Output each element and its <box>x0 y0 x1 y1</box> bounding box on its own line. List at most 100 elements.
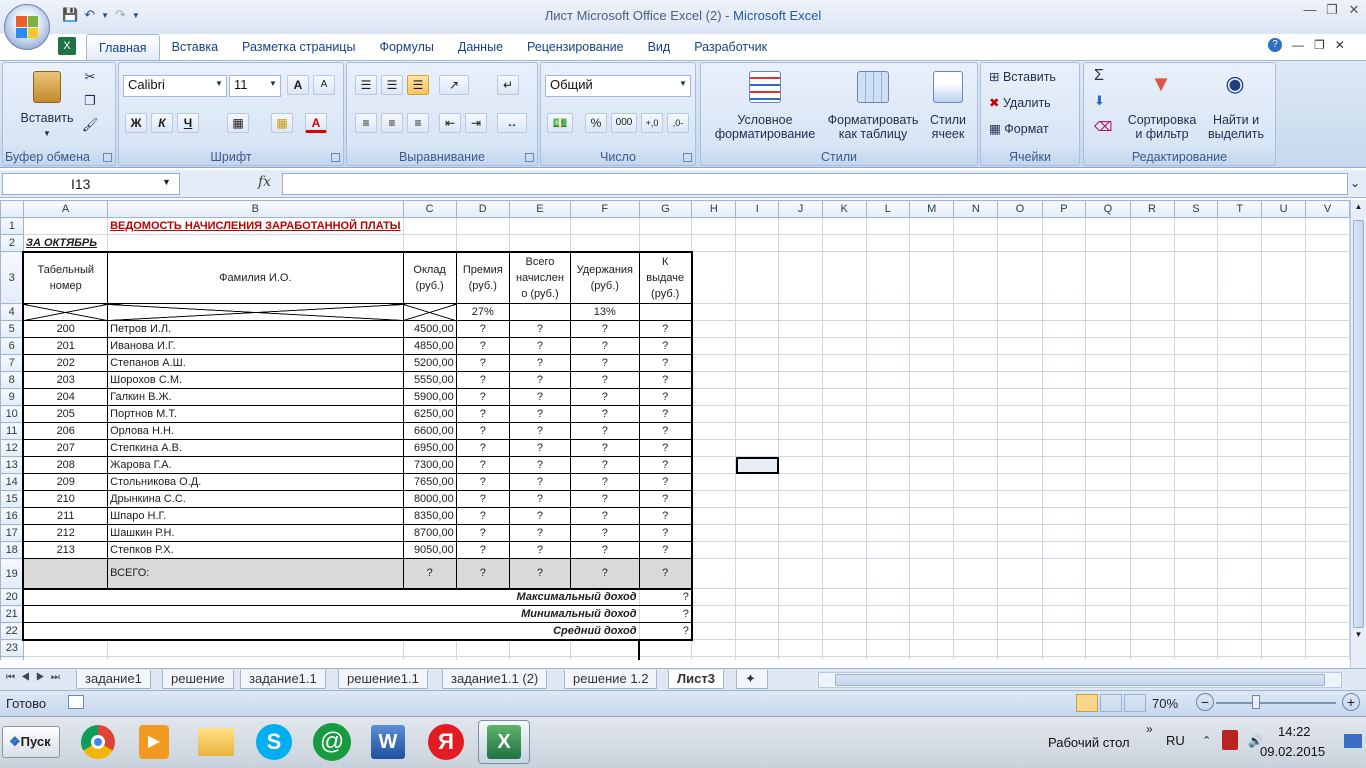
cell[interactable] <box>691 354 737 372</box>
column-header[interactable]: N <box>953 200 999 218</box>
cell[interactable] <box>821 541 867 559</box>
cell[interactable] <box>821 605 867 623</box>
cell[interactable] <box>865 490 911 508</box>
cell[interactable] <box>909 473 955 491</box>
cell[interactable] <box>1173 656 1219 660</box>
cell[interactable] <box>691 456 737 474</box>
cell[interactable] <box>1041 588 1087 606</box>
cell[interactable]: 201 <box>22 337 109 355</box>
cell[interactable] <box>821 354 867 372</box>
cell[interactable] <box>1085 337 1131 355</box>
cell[interactable]: 213 <box>22 541 109 559</box>
cell[interactable] <box>1305 234 1350 252</box>
column-header[interactable]: G <box>638 200 693 218</box>
cell[interactable]: ? <box>455 456 510 474</box>
tab-review[interactable]: Рецензирование <box>515 34 636 60</box>
vertical-scroll-thumb[interactable] <box>1353 220 1364 628</box>
format-as-table-button[interactable]: Форматировать как таблицу <box>825 113 921 141</box>
row-header[interactable]: 7 <box>0 354 24 372</box>
tab-data[interactable]: Данные <box>446 34 515 60</box>
cell[interactable] <box>1173 371 1219 389</box>
cell[interactable] <box>1129 303 1175 321</box>
autosum-button[interactable]: Σ <box>1094 67 1104 85</box>
cell[interactable] <box>1041 490 1087 508</box>
cell[interactable] <box>1129 588 1175 606</box>
cell[interactable] <box>953 656 999 660</box>
cell[interactable] <box>691 388 737 406</box>
cell[interactable] <box>1129 656 1175 660</box>
cell[interactable] <box>1305 588 1350 606</box>
cell[interactable] <box>1305 217 1350 235</box>
delete-cells-button[interactable]: ✖ Удалить <box>989 95 1079 110</box>
cell[interactable] <box>1173 507 1219 525</box>
cell[interactable] <box>909 251 955 304</box>
cell[interactable] <box>909 354 955 372</box>
cell[interactable] <box>691 605 737 623</box>
cell[interactable] <box>909 439 955 457</box>
cell[interactable] <box>865 622 911 640</box>
format-as-table-icon[interactable] <box>857 71 889 103</box>
cell[interactable] <box>735 337 780 355</box>
cell[interactable] <box>735 541 780 559</box>
grow-font-button[interactable]: A <box>287 75 309 95</box>
cell[interactable] <box>909 234 955 252</box>
fill-icon[interactable]: ⬇ <box>1094 93 1105 109</box>
cell[interactable] <box>1085 456 1131 474</box>
column-header[interactable]: P <box>1041 200 1087 218</box>
font-name-select[interactable]: Calibri <box>123 75 227 97</box>
cell[interactable] <box>1085 217 1131 235</box>
column-header[interactable]: S <box>1173 200 1219 218</box>
cell[interactable] <box>1173 388 1219 406</box>
cell[interactable] <box>909 388 955 406</box>
cell[interactable] <box>909 622 955 640</box>
cell[interactable] <box>1041 507 1087 525</box>
cell[interactable]: ? <box>508 524 572 542</box>
column-header[interactable]: R <box>1129 200 1175 218</box>
cell[interactable] <box>1041 422 1087 440</box>
cell[interactable] <box>1085 354 1131 372</box>
scroll-down-icon[interactable]: ▼ <box>1353 630 1364 646</box>
cell[interactable] <box>1305 524 1350 542</box>
cell[interactable] <box>735 388 780 406</box>
cell[interactable] <box>865 388 911 406</box>
cell[interactable] <box>821 234 867 252</box>
cell[interactable] <box>778 422 823 440</box>
cell[interactable]: ? <box>570 558 640 590</box>
row-header[interactable]: 21 <box>0 605 24 623</box>
cell[interactable]: ? <box>570 405 640 423</box>
cell[interactable] <box>865 422 911 440</box>
cell[interactable] <box>735 320 780 338</box>
cell[interactable] <box>953 371 999 389</box>
cell[interactable] <box>997 524 1043 542</box>
column-header[interactable]: Q <box>1085 200 1131 218</box>
cell[interactable] <box>1085 371 1131 389</box>
cell[interactable] <box>953 217 999 235</box>
paste-button[interactable]: Вставить <box>17 111 77 125</box>
column-header[interactable]: M <box>909 200 955 218</box>
cell[interactable]: Петров И.Л. <box>107 320 404 338</box>
cell[interactable] <box>778 541 823 559</box>
cell[interactable] <box>953 405 999 423</box>
cell[interactable] <box>508 639 572 657</box>
cell[interactable]: 209 <box>22 473 109 491</box>
cell[interactable]: ? <box>508 473 572 491</box>
cell[interactable] <box>997 337 1043 355</box>
cell[interactable]: ? <box>570 354 640 372</box>
copy-icon[interactable]: ❐ <box>81 93 99 109</box>
cell[interactable] <box>1129 473 1175 491</box>
underline-button[interactable]: Ч <box>177 113 199 133</box>
cell[interactable] <box>1217 605 1263 623</box>
start-button[interactable]: ❖Пуск <box>2 726 60 758</box>
cell[interactable] <box>1129 251 1175 304</box>
column-header[interactable]: L <box>865 200 911 218</box>
format-painter-icon[interactable]: 🖌 <box>81 117 99 133</box>
cell[interactable] <box>1217 622 1263 640</box>
cell[interactable] <box>997 541 1043 559</box>
cell[interactable] <box>865 473 911 491</box>
merge-center-icon[interactable]: ↔ <box>497 113 527 133</box>
cell[interactable] <box>1129 234 1175 252</box>
cell[interactable]: Табельный номер <box>22 250 109 304</box>
cell[interactable]: ? <box>570 473 640 491</box>
cell[interactable] <box>1305 371 1350 389</box>
cell[interactable]: Всего начислен о (руб.) <box>508 250 572 304</box>
